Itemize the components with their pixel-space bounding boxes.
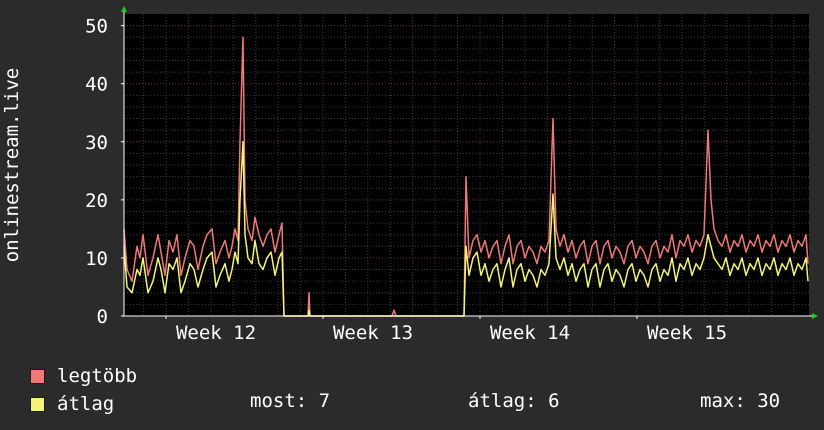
x-tick-label: Week 13	[333, 322, 413, 344]
legend: legtöbb átlag	[30, 362, 137, 418]
y-tick-label: 40	[85, 74, 108, 96]
stat-max: max: 30	[700, 390, 781, 412]
x-axis-arrow	[812, 313, 818, 319]
x-tick-label: Week 14	[490, 322, 570, 344]
legend-item-avg: átlag	[30, 390, 137, 418]
y-axis-arrow	[121, 6, 127, 12]
stat-average: átlag: 6	[468, 390, 560, 412]
y-tick-label: 10	[85, 248, 108, 270]
y-tick-label: 20	[85, 190, 108, 212]
legend-label-max: legtöbb	[57, 365, 138, 387]
y-tick-label: 0	[97, 306, 108, 328]
legend-label-avg: átlag	[57, 393, 115, 415]
y-axis-label: onlinestream.live	[1, 68, 23, 262]
y-tick-label: 50	[85, 16, 108, 38]
legend-swatch-max	[30, 368, 45, 384]
legend-swatch-avg	[30, 396, 45, 412]
x-tick-label: Week 12	[176, 322, 256, 344]
y-tick-label: 30	[85, 132, 108, 154]
x-tick-label: Week 15	[647, 322, 727, 344]
legend-item-max: legtöbb	[30, 362, 137, 390]
stat-now: most: 7	[250, 390, 331, 412]
